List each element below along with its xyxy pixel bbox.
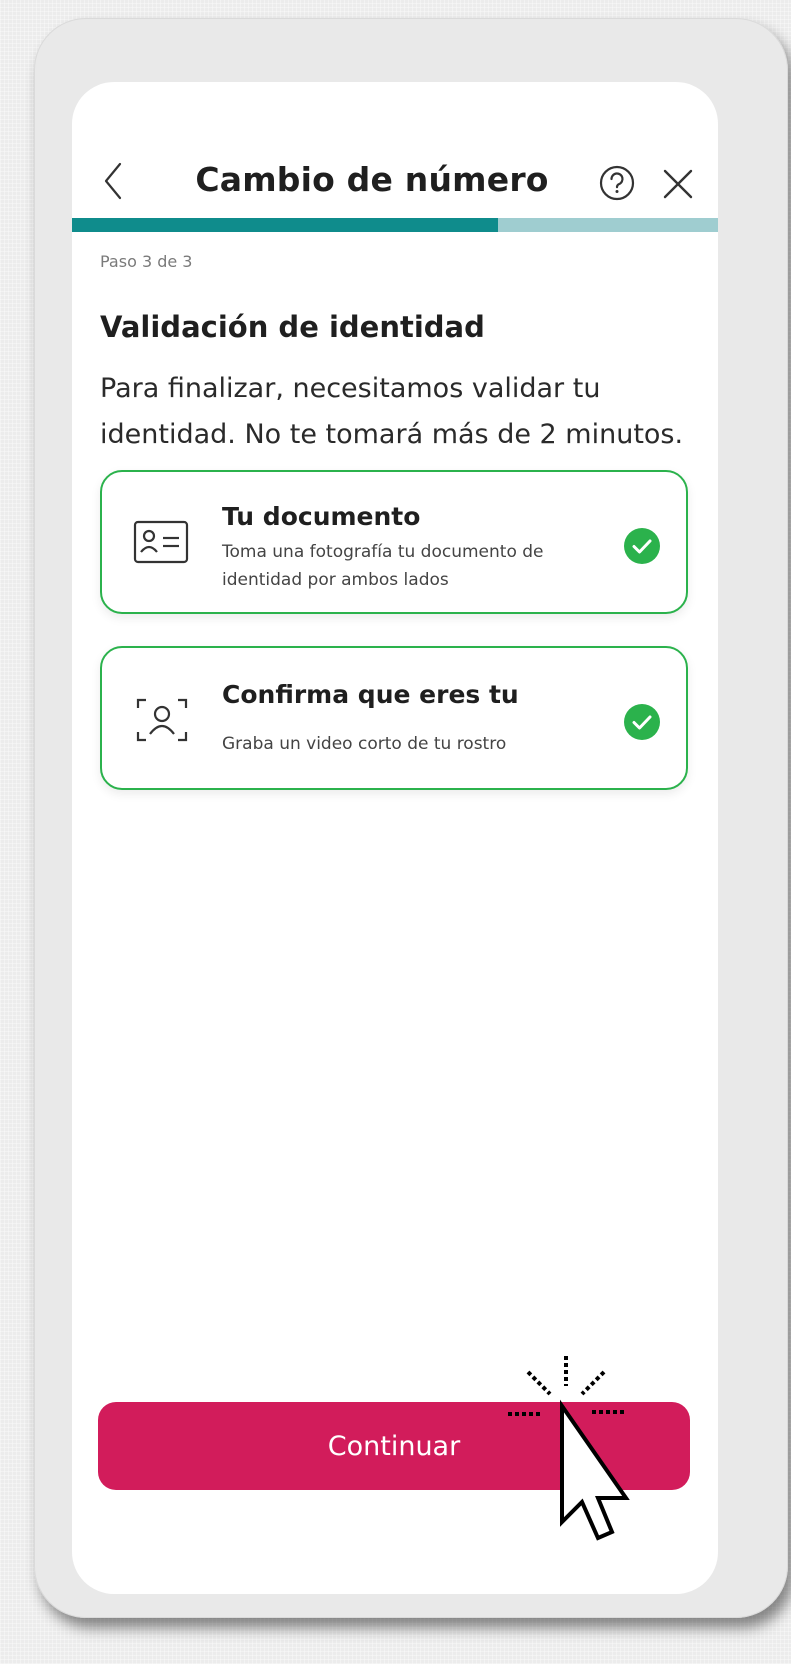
check-circle-icon — [622, 702, 662, 742]
help-circle-icon — [599, 165, 635, 201]
card-title: Tu documento — [222, 502, 421, 531]
card-face-verification[interactable]: Confirma que eres tu Graba un video cort… — [100, 646, 688, 790]
back-button[interactable] — [94, 156, 134, 206]
card-title: Confirma que eres tu — [222, 680, 519, 709]
header: Cambio de número — [72, 82, 718, 214]
check-circle-icon — [622, 526, 662, 566]
continue-button[interactable]: Continuar — [98, 1402, 690, 1490]
progress-bar — [72, 218, 718, 232]
chevron-left-icon — [104, 162, 122, 200]
device-frame: Cambio de número Paso 3 de 3 Validación … — [34, 18, 788, 1618]
step-indicator: Paso 3 de 3 — [100, 252, 193, 271]
close-button[interactable] — [656, 162, 700, 206]
section-title: Validación de identidad — [100, 310, 485, 344]
section-description: Para finalizar, necesitamos validar tu i… — [100, 373, 684, 450]
card-document[interactable]: Tu documento Toma una fotografía tu docu… — [100, 470, 688, 614]
close-icon — [663, 169, 693, 199]
app-screen: Cambio de número Paso 3 de 3 Validación … — [72, 82, 718, 1594]
help-button[interactable] — [592, 158, 642, 208]
page-title: Cambio de número — [195, 160, 549, 199]
card-subtitle: Toma una fotografía tu documento de iden… — [222, 542, 544, 590]
face-scan-icon — [130, 692, 194, 748]
id-card-icon — [130, 516, 194, 572]
card-subtitle: Graba un video corto de tu rostro — [222, 734, 507, 754]
progress-fill — [72, 218, 499, 232]
